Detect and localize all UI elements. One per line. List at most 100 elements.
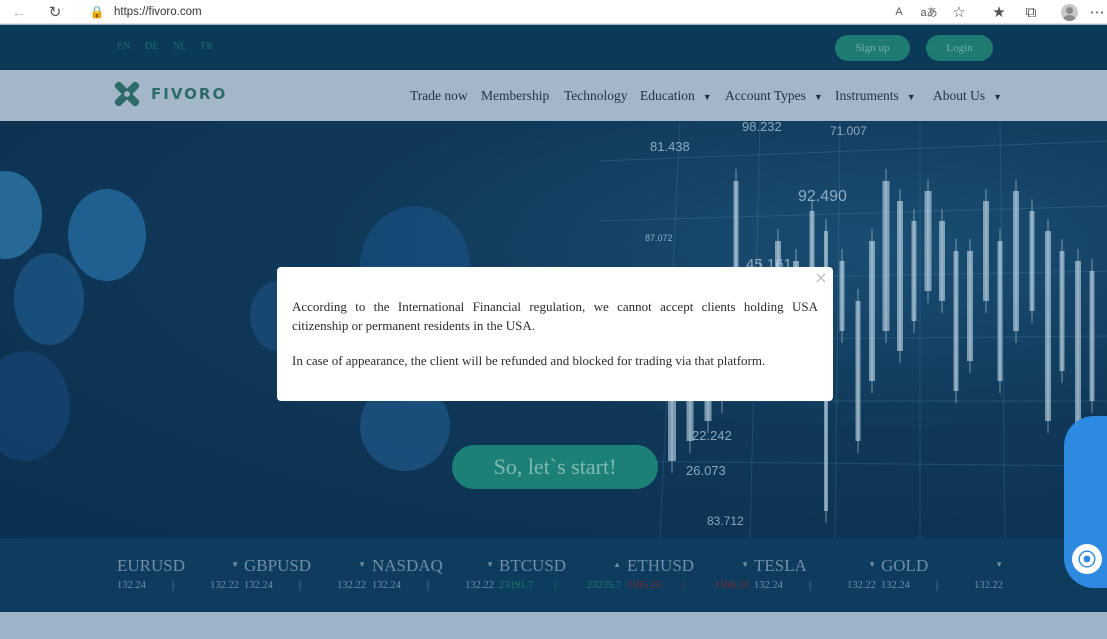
ticker-item[interactable]: BTCUSD ▲ 23191.7 | 23235.7	[499, 556, 621, 596]
bg-number: 87.072	[645, 233, 673, 243]
ticker-symbol: ETHUSD	[627, 556, 695, 575]
footer-strip	[0, 612, 1107, 639]
ticker-bid: 132.24	[244, 580, 273, 591]
candle-body	[924, 191, 932, 291]
ticker-symbol: NASDAQ	[372, 556, 443, 575]
bg-number: 83.712	[707, 514, 744, 528]
ticker-separator: |	[682, 580, 685, 591]
candle-body	[855, 301, 861, 441]
bg-number: 71.007	[830, 124, 867, 138]
candle-body	[839, 261, 845, 331]
back-icon[interactable]: ←	[6, 0, 32, 24]
candle-body	[1029, 211, 1035, 311]
modal-paragraph-regulation: According to the International Financial…	[292, 299, 818, 333]
nav-instruments[interactable]: Instruments ▼	[835, 87, 916, 106]
address-bar[interactable]: https://fivoro.com	[114, 3, 202, 21]
ticker-bar: EURUSD ▼ 132.24 | 132.22 GBPUSD ▼ 132.24…	[0, 538, 1107, 612]
nav-technology[interactable]: Technology	[564, 87, 628, 104]
ticker-ask: 132.22	[847, 580, 876, 591]
main-nav: FIVORO Trade now Membership Technology E…	[0, 70, 1107, 121]
favorites-icon[interactable]: ★	[986, 0, 1012, 24]
nav-trade-now[interactable]: Trade now	[410, 87, 468, 104]
logo-text: FIVORO	[151, 85, 228, 103]
read-aloud-icon[interactable]: A	[886, 0, 912, 24]
modal-paragraph-refund: In case of appearance, the client will b…	[292, 353, 766, 368]
lang-nl[interactable]: NL	[173, 41, 186, 52]
ticker-symbol: BTCUSD	[499, 556, 567, 575]
browser-toolbar: ← ↻ 🔒 https://fivoro.com A aあ ☆ ★ ⧉ ⋯	[0, 0, 1107, 24]
usa-restriction-modal: × According to the International Financi…	[277, 267, 833, 401]
close-icon[interactable]: ×	[813, 270, 829, 286]
candle-body	[1013, 191, 1019, 331]
lock-icon[interactable]: 🔒	[84, 0, 110, 24]
logo-mark-icon	[114, 81, 140, 107]
nav-education[interactable]: Education ▼	[640, 87, 712, 106]
bg-number: 81.438	[650, 139, 690, 154]
ticker-symbol: EURUSD	[117, 556, 186, 575]
more-icon[interactable]: ⋯	[1088, 0, 1106, 24]
ticker-bid: 1595.25	[627, 580, 662, 591]
ticker-separator: |	[427, 580, 430, 591]
candle-body	[1075, 261, 1081, 441]
ticker-item[interactable]: GBPUSD ▼ 132.24 | 132.22	[244, 556, 366, 596]
collections-icon[interactable]: ⧉	[1018, 0, 1044, 24]
candle-body	[939, 221, 945, 301]
lang-en[interactable]: EN	[117, 41, 130, 52]
favorite-add-icon[interactable]: ☆	[946, 0, 972, 24]
chat-widget[interactable]: ⦿	[1064, 416, 1107, 588]
chat-icon[interactable]: ⦿	[1072, 544, 1102, 574]
candle-body	[911, 221, 917, 321]
candle-body	[1045, 231, 1051, 421]
caret-down-icon: ▼	[906, 92, 916, 102]
ticker-bid: 132.24	[372, 580, 401, 591]
site-topbar: EN DE NL FR Sign up Login	[0, 25, 1107, 70]
ticker-separator: |	[554, 580, 557, 591]
candle-body	[1089, 271, 1095, 401]
bg-number: 26.073	[686, 463, 726, 478]
lang-de[interactable]: DE	[145, 41, 158, 52]
candle-body	[897, 201, 903, 351]
candle-body	[869, 241, 875, 381]
reload-icon[interactable]: ↻	[42, 0, 68, 24]
ticker-item[interactable]: NASDAQ ▼ 132.24 | 132.22	[372, 556, 494, 596]
profile-icon[interactable]	[1056, 0, 1082, 24]
candle-body	[882, 181, 890, 331]
ticker-symbol: GOLD	[881, 556, 929, 575]
caret-down-icon: ▼	[993, 92, 1003, 102]
down-arrow-icon: ▼	[486, 560, 494, 569]
caret-down-icon: ▼	[813, 92, 823, 102]
signup-button[interactable]: Sign up	[835, 35, 910, 61]
ticker-item[interactable]: ETHUSD ▼ 1595.25 | 1596.33	[627, 556, 749, 596]
ticker-bid: 132.24	[881, 580, 910, 591]
ticker-separator: |	[172, 580, 175, 591]
lang-fr[interactable]: FR	[201, 41, 213, 52]
ticker-ask: 1596.33	[714, 580, 749, 591]
candle-body	[997, 241, 1003, 381]
bg-number: 22.242	[692, 428, 732, 443]
ticker-bid: 23191.7	[499, 580, 534, 591]
nav-about-us[interactable]: About Us ▼	[933, 87, 1002, 106]
down-arrow-icon: ▼	[231, 560, 239, 569]
ticker-ask: 132.22	[465, 580, 494, 591]
candle-body	[967, 251, 973, 361]
candle-body	[1059, 251, 1065, 371]
ticker-separator: |	[809, 580, 812, 591]
login-button[interactable]: Login	[926, 35, 993, 61]
ticker-ask: 132.22	[974, 580, 1003, 591]
logo[interactable]: FIVORO	[108, 74, 227, 114]
down-arrow-icon: ▼	[358, 560, 366, 569]
candle-body	[953, 251, 959, 391]
ticker-item[interactable]: EURUSD ▼ 132.24 | 132.22	[117, 556, 239, 596]
ticker-symbol: GBPUSD	[244, 556, 312, 575]
start-button[interactable]: So, let`s start!	[452, 445, 658, 489]
ticker-item[interactable]: TESLA ▼ 132.24 | 132.22	[754, 556, 876, 596]
caret-down-icon: ▼	[702, 92, 712, 102]
nav-membership[interactable]: Membership	[481, 87, 549, 104]
ticker-separator: |	[299, 580, 302, 591]
ticker-item[interactable]: GOLD ▼ 132.24 | 132.22	[881, 556, 1003, 596]
ticker-separator: |	[936, 580, 939, 591]
translate-icon[interactable]: aあ	[916, 0, 942, 24]
up-arrow-icon: ▲	[613, 560, 621, 569]
down-arrow-icon: ▼	[868, 560, 876, 569]
nav-account-types[interactable]: Account Types ▼	[725, 87, 823, 106]
